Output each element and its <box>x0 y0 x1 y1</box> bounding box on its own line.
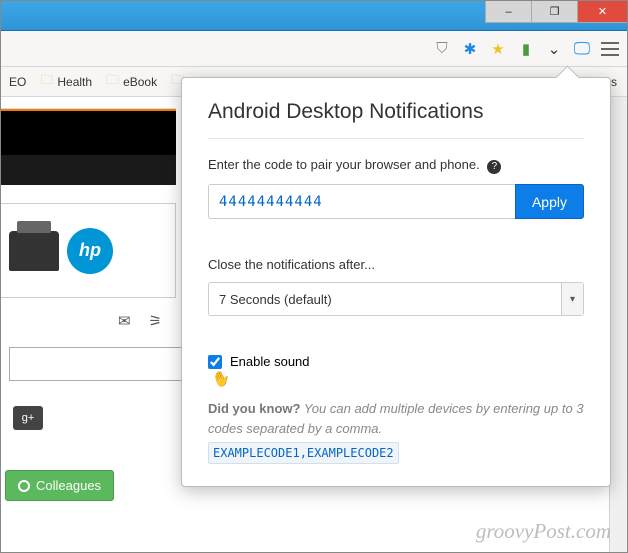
tip-lead: Did you know? <box>208 401 300 416</box>
site-search-input[interactable] <box>9 347 188 381</box>
vertical-scrollbar[interactable] <box>609 97 627 552</box>
header-strip <box>1 97 176 109</box>
bookmark-star-icon[interactable]: ★ <box>489 40 507 58</box>
hp-logo: hp <box>67 228 113 274</box>
network-icon[interactable]: ✱ <box>461 40 479 58</box>
close-after-select[interactable]: 7 Seconds (default) ▾ <box>208 282 584 316</box>
menu-button[interactable] <box>601 42 619 56</box>
bookmark-label: EO <box>9 75 26 89</box>
pair-code-input[interactable] <box>208 184 515 219</box>
bookmark-item[interactable]: 🗀 eBook <box>106 71 157 93</box>
watermark: groovyPost.com <box>476 519 611 544</box>
extension-popup: Android Desktop Notifications Enter the … <box>181 77 611 487</box>
folder-icon: 🗀 <box>40 71 53 93</box>
tip-example-code: EXAMPLECODE1,EXAMPLECODE2 <box>208 442 399 464</box>
window-minimize-button[interactable]: – <box>485 1 531 23</box>
rss-icon[interactable]: ⚞ <box>149 312 162 330</box>
spacer <box>1 185 176 203</box>
close-after-label: Close the notifications after... <box>208 257 584 272</box>
window-close-button[interactable]: ✕ <box>577 1 627 23</box>
circle-icon <box>18 480 30 492</box>
pair-instruction-text: Enter the code to pair your browser and … <box>208 157 480 172</box>
shield-icon[interactable]: ⛉ <box>433 40 451 58</box>
folder-icon: 🗀 <box>106 71 119 93</box>
enable-sound-label: Enable sound <box>230 354 310 369</box>
extension-green-icon[interactable]: ▮ <box>517 40 535 58</box>
apply-button[interactable]: Apply <box>515 184 584 219</box>
notifications-extension-icon[interactable]: 🖵 <box>573 40 591 58</box>
printer-image <box>9 231 59 271</box>
window-titlebar: – ❐ ✕ <box>1 1 627 31</box>
enable-sound-checkbox[interactable] <box>208 355 222 369</box>
browser-toolbar: ⛉ ✱ ★ ▮ ⌄ 🖵 <box>1 31 627 67</box>
colleagues-button[interactable]: Colleagues <box>5 470 114 501</box>
google-plus-button[interactable]: g+ <box>13 406 43 430</box>
pair-instruction: Enter the code to pair your browser and … <box>208 157 584 174</box>
pocket-icon[interactable]: ⌄ <box>545 40 563 58</box>
help-icon[interactable]: ? <box>487 160 501 174</box>
select-value: 7 Seconds (default) <box>219 292 332 307</box>
bookmark-item[interactable]: EO <box>9 75 26 89</box>
bookmark-label: Health <box>57 75 92 89</box>
page-left-column: hp ✉ ⚞ Search g+ Colleagues <box>1 97 176 552</box>
divider <box>208 138 584 139</box>
bookmark-item[interactable]: 🗀 Health <box>40 71 92 93</box>
bookmark-label: eBook <box>123 75 157 89</box>
hp-ad-box[interactable]: hp <box>1 203 176 298</box>
colleagues-label: Colleagues <box>36 478 101 493</box>
window-maximize-button[interactable]: ❐ <box>531 1 577 23</box>
tip-text: Did you know? You can add multiple devic… <box>208 399 584 464</box>
popup-title: Android Desktop Notifications <box>208 100 584 124</box>
mail-icon[interactable]: ✉ <box>118 312 131 330</box>
nav-primary <box>1 109 176 155</box>
nav-secondary <box>1 155 176 185</box>
cursor-icon: ✋ <box>209 367 233 390</box>
chevron-down-icon: ▾ <box>561 283 583 315</box>
